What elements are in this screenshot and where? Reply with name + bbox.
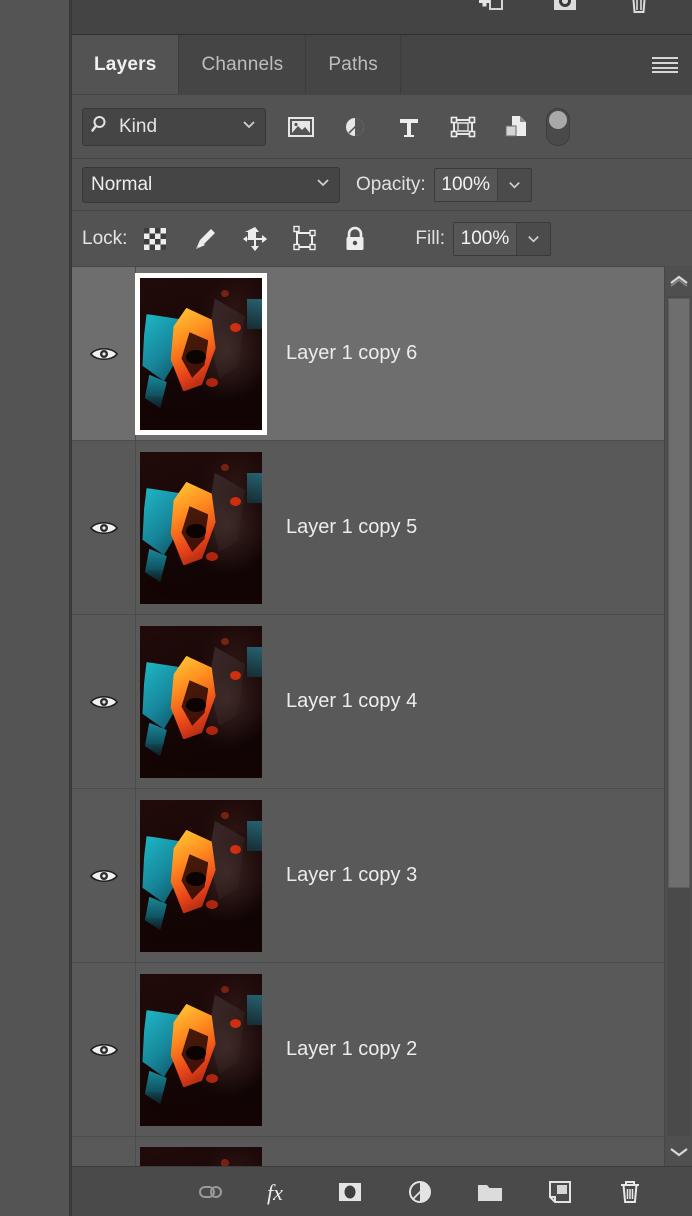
table-row[interactable]: Layer 1 copy 6 (72, 267, 664, 441)
panel-top-icon-strip (72, 0, 692, 34)
lock-label: Lock: (82, 227, 128, 249)
blend-mode-row: Normal Opacity: 100% (72, 158, 692, 210)
layer-style-fx-icon[interactable]: fx (264, 1176, 296, 1208)
fill-field[interactable]: 100% (452, 221, 551, 256)
eye-icon[interactable] (89, 866, 119, 886)
layer-visibility-toggle[interactable] (72, 963, 136, 1136)
eye-icon[interactable] (89, 518, 119, 538)
filter-shape-layers-icon[interactable] (448, 112, 478, 142)
search-icon (91, 114, 111, 140)
layer-thumbnail[interactable] (140, 973, 262, 1126)
chevron-down-icon[interactable] (496, 168, 531, 201)
tab-channels[interactable]: Channels (179, 35, 307, 94)
chevron-down-icon (315, 174, 331, 196)
lock-image-pixels-icon[interactable] (191, 225, 219, 253)
scroll-down-arrow-icon[interactable] (665, 1138, 692, 1166)
layer-filter-row: Kind (72, 94, 692, 158)
layer-thumbnail[interactable] (140, 625, 262, 778)
tab-layers[interactable]: Layers (72, 35, 180, 94)
panel-tab-bar: Layers Channels Paths (72, 34, 692, 94)
delete-layer-trash-icon[interactable] (614, 1176, 646, 1208)
layer-list-scrollbar[interactable] (664, 266, 692, 1166)
layer-thumbnail-cell[interactable] (136, 625, 266, 778)
opacity-label: Opacity: (356, 173, 426, 195)
layer-name[interactable]: Layer 1 copy 6 (266, 342, 664, 365)
layer-name[interactable]: Layer 1 copy 4 (266, 690, 664, 713)
layer-visibility-toggle[interactable] (72, 615, 136, 788)
filter-type-layers-icon[interactable] (394, 112, 424, 142)
opacity-field[interactable]: 100% (433, 167, 532, 202)
link-layers-icon[interactable] (194, 1176, 226, 1208)
lock-row: Lock: Fill: 100% (72, 210, 692, 266)
blend-mode-dropdown[interactable]: Normal (82, 166, 340, 203)
table-row[interactable]: Layer 1 copy 2 (72, 963, 664, 1137)
layer-list[interactable]: Layer 1 copy 6 Layer 1 copy 5 Layer 1 co… (72, 266, 692, 1166)
svg-text:fx: fx (267, 1180, 283, 1205)
layer-thumbnail-cell[interactable] (136, 973, 266, 1126)
filter-pixel-layers-icon[interactable] (286, 112, 316, 142)
layers-panel-bottom-toolbar: fx (72, 1166, 692, 1216)
filter-type-buttons (286, 112, 532, 142)
filter-adjustment-layers-icon[interactable] (340, 112, 370, 142)
scroll-up-arrow-icon[interactable] (665, 266, 692, 294)
chevron-down-icon[interactable] (515, 222, 550, 255)
layer-name[interactable]: Layer 1 copy 5 (266, 516, 664, 539)
lock-position-icon[interactable] (241, 225, 269, 253)
new-layer-icon[interactable] (544, 1176, 576, 1208)
blend-mode-value: Normal (91, 173, 153, 195)
filter-kind-value: Kind (119, 115, 158, 137)
layer-thumbnail-cell[interactable] (136, 799, 266, 952)
delete-trash-icon[interactable] (624, 0, 654, 16)
fill-value[interactable]: 100% (453, 222, 516, 255)
lock-all-icon[interactable] (341, 225, 369, 253)
tab-bar-empty-space (401, 35, 638, 94)
layer-visibility-toggle[interactable] (72, 267, 136, 440)
add-layer-mask-icon[interactable] (334, 1176, 366, 1208)
photoshop-layers-panel-screenshot: Layers Channels Paths Kind Normal Opacit… (0, 0, 692, 1216)
fill-label: Fill: (415, 227, 445, 249)
layers-panel: Layers Channels Paths Kind Normal Opacit… (72, 0, 692, 1216)
lock-artboard-nesting-icon[interactable] (291, 225, 319, 253)
layer-thumbnail[interactable] (140, 1147, 262, 1166)
layer-name[interactable]: Layer 1 copy 2 (266, 1038, 664, 1061)
snapshot-camera-icon[interactable] (550, 0, 580, 16)
table-row[interactable]: Layer 1 copy 4 (72, 615, 664, 789)
chevron-down-icon (241, 116, 257, 138)
layer-thumbnail[interactable] (135, 272, 267, 435)
layer-thumbnail-cell[interactable] (136, 1137, 266, 1166)
lock-transparent-pixels-icon[interactable] (141, 225, 169, 253)
table-row[interactable]: Layer 1 copy 3 (72, 789, 664, 963)
layer-visibility-toggle[interactable] (72, 789, 136, 962)
layer-thumbnail[interactable] (140, 451, 262, 604)
tab-paths[interactable]: Paths (306, 35, 401, 94)
tab-layers-label: Layers (94, 53, 157, 75)
lock-buttons (141, 225, 369, 253)
layer-visibility-toggle[interactable] (72, 1137, 136, 1166)
new-group-folder-icon[interactable] (474, 1176, 506, 1208)
panel-menu-icon[interactable] (638, 35, 692, 94)
layer-name[interactable]: Layer 1 copy 3 (266, 864, 664, 887)
document-canvas-area (0, 0, 72, 1216)
new-adjustment-layer-icon[interactable] (404, 1176, 436, 1208)
tab-channels-label: Channels (201, 53, 284, 75)
eye-icon[interactable] (89, 344, 119, 364)
opacity-value[interactable]: 100% (434, 168, 497, 201)
eye-icon[interactable] (89, 1040, 119, 1060)
layer-thumbnail[interactable] (140, 799, 262, 952)
tab-paths-label: Paths (328, 53, 378, 75)
filter-enable-toggle[interactable] (546, 107, 570, 146)
layer-thumbnail-cell[interactable] (135, 272, 267, 435)
filter-smart-object-layers-icon[interactable] (502, 112, 532, 142)
add-new-document-icon[interactable] (476, 0, 506, 16)
filter-kind-dropdown[interactable]: Kind (82, 107, 266, 146)
eye-icon[interactable] (89, 692, 119, 712)
table-row[interactable]: Layer 1 copy 5 (72, 441, 664, 615)
layer-thumbnail-cell[interactable] (136, 451, 266, 604)
table-row[interactable] (72, 1137, 664, 1166)
scrollbar-thumb[interactable] (668, 298, 690, 888)
layer-visibility-toggle[interactable] (72, 441, 136, 614)
